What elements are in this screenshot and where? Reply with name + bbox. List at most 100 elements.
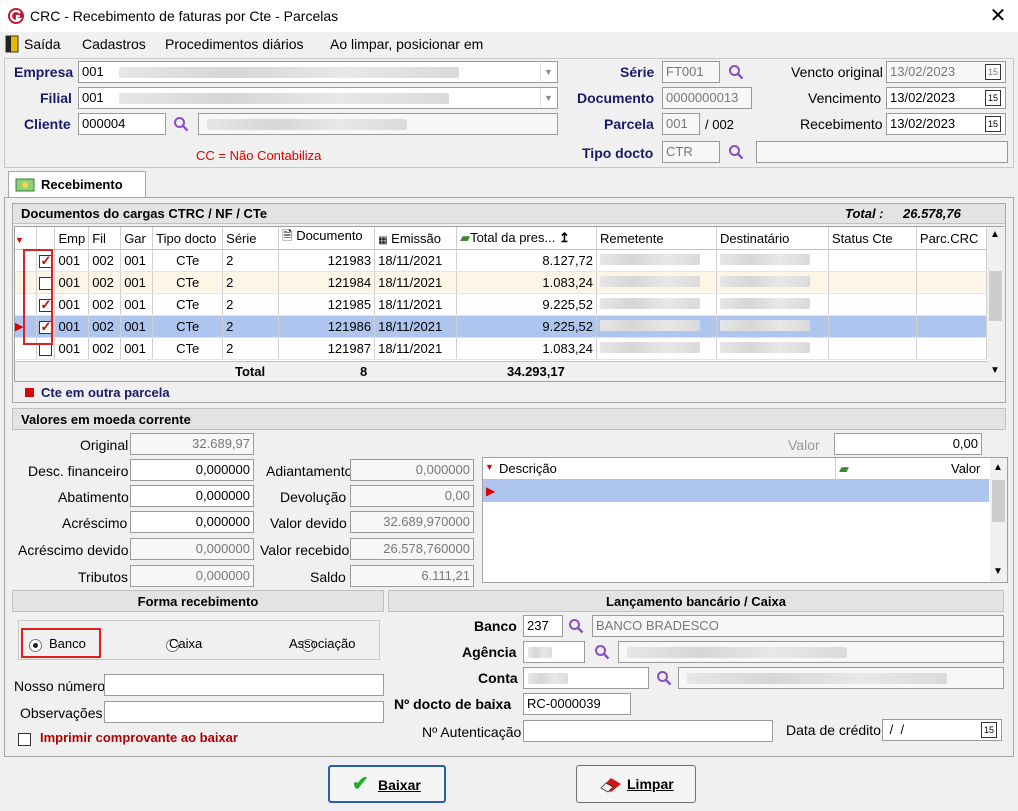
desc-fin-input[interactable]: 0,000000 bbox=[130, 459, 254, 481]
adiantamento-label: Adiantamento bbox=[266, 463, 353, 479]
vencto-original-input[interactable]: 13/02/2023 15 bbox=[886, 61, 1006, 83]
imprimir-label[interactable]: Imprimir comprovante ao baixar bbox=[40, 730, 238, 745]
grid-scrollbar[interactable]: ▲ ▼ bbox=[987, 227, 1004, 381]
nosso-numero-input[interactable] bbox=[104, 674, 384, 696]
data-credito-label: Data de crédito bbox=[786, 722, 881, 738]
agencia-input[interactable] bbox=[523, 641, 585, 663]
col-serie[interactable]: Série bbox=[222, 227, 280, 250]
serie-input[interactable]: FT001 bbox=[662, 61, 720, 83]
tributos-input[interactable]: 0,000000 bbox=[130, 565, 254, 587]
col-destinatario[interactable]: Destinatário bbox=[716, 227, 829, 250]
data-credito-input[interactable]: / / 15 bbox=[882, 719, 1002, 741]
menu-ao-limpar[interactable]: Ao limpar, posicionar em bbox=[330, 36, 483, 52]
vencimento-input[interactable]: 13/02/2023 15 bbox=[886, 87, 1006, 109]
table-row[interactable]: 001 002 001 CTe 2 121987 18/11/2021 1.083,24 bbox=[15, 337, 988, 360]
documents-grid: ▼ Emp Fil Gar Tipo docto Série 🗎 Documen… bbox=[14, 226, 1004, 382]
cell-documento: 121984 bbox=[278, 271, 376, 294]
menu-saida[interactable]: Saída bbox=[24, 36, 61, 52]
table-row[interactable]: 001002001CTe212198518/11/20219.225,52 bbox=[15, 293, 988, 316]
tab-recebimento[interactable]: Recebimento bbox=[8, 171, 146, 198]
radio-banco-label[interactable]: Banco bbox=[49, 636, 86, 651]
search-icon[interactable] bbox=[594, 644, 610, 660]
col-fil[interactable]: Fil bbox=[88, 227, 122, 250]
conta-input[interactable] bbox=[523, 667, 649, 689]
menu-procedimentos[interactable]: Procedimentos diários bbox=[165, 36, 304, 52]
cell-parc bbox=[916, 271, 988, 294]
original-label: Original bbox=[80, 437, 129, 453]
filial-select[interactable]: 001 ▼ bbox=[78, 87, 558, 109]
cell-tipo: CTe bbox=[152, 315, 224, 338]
acrescimo-devido-input[interactable]: 0,000000 bbox=[130, 538, 254, 560]
docto-baixa-input[interactable]: RC-0000039 bbox=[523, 693, 631, 715]
close-icon[interactable]: ✕ bbox=[986, 4, 1010, 28]
col-tipo[interactable]: Tipo docto bbox=[152, 227, 224, 250]
col-valor[interactable]: Valor bbox=[951, 461, 980, 476]
radio-banco[interactable] bbox=[29, 639, 42, 653]
search-icon[interactable] bbox=[568, 618, 584, 634]
forma-radio-group: Banco Caixa Associação bbox=[18, 620, 380, 660]
documents-total-label: Total : bbox=[845, 206, 884, 221]
baixar-button[interactable]: ✔ Baixar bbox=[328, 765, 446, 803]
documents-total-value: 26.578,76 bbox=[903, 206, 961, 221]
cell-tipo: CTe bbox=[152, 271, 224, 294]
observacoes-input[interactable] bbox=[104, 701, 384, 723]
search-icon[interactable] bbox=[656, 670, 672, 686]
search-icon[interactable] bbox=[728, 64, 744, 80]
col-descricao[interactable]: Descrição bbox=[499, 461, 557, 476]
search-icon[interactable] bbox=[173, 116, 189, 132]
cell-emissao: 18/11/2021 bbox=[374, 315, 458, 338]
col-parc[interactable]: Parc.CRC bbox=[916, 227, 988, 250]
cliente-code-input[interactable]: 000004 bbox=[78, 113, 166, 135]
abatimento-input[interactable]: 0,000000 bbox=[130, 485, 254, 507]
col-gar[interactable]: Gar bbox=[120, 227, 154, 250]
valor-input[interactable]: 0,00 bbox=[834, 433, 982, 455]
radio-associacao-label[interactable]: Associação bbox=[289, 636, 355, 651]
documents-table: ▼ Emp Fil Gar Tipo docto Série 🗎 Documen… bbox=[15, 227, 988, 360]
valor-recebido-input[interactable]: 26.578,760000 bbox=[350, 538, 474, 560]
sort-desc-icon: ↥ bbox=[558, 230, 570, 245]
abatimento-label: Abatimento bbox=[58, 489, 129, 505]
banco-code-input[interactable]: 237 bbox=[523, 615, 563, 637]
cell-emp: 001 bbox=[54, 271, 90, 294]
acrescimo-input[interactable]: 0,000000 bbox=[130, 511, 254, 533]
empresa-select[interactable]: 001 ▼ bbox=[78, 61, 558, 83]
conta-label: Conta bbox=[478, 670, 518, 686]
table-row[interactable]: ▶001002001CTe212198618/11/20219.225,52 bbox=[15, 315, 988, 338]
col-emissao[interactable]: ▦ Emissão bbox=[374, 227, 458, 250]
col-remetente[interactable]: Remetente bbox=[596, 227, 717, 250]
menu-cadastros[interactable]: Cadastros bbox=[82, 36, 146, 52]
saldo-input[interactable]: 6.111,21 bbox=[350, 565, 474, 587]
radio-caixa-label[interactable]: Caixa bbox=[169, 636, 202, 651]
descricao-scrollbar[interactable]: ▲ ▼ bbox=[990, 458, 1007, 582]
limpar-button[interactable]: Limpar bbox=[576, 765, 696, 803]
serie-label: Série bbox=[620, 64, 655, 80]
valor-devido-input[interactable]: 32.689,970000 bbox=[350, 511, 474, 533]
col-documento[interactable]: 🗎 Documento bbox=[278, 227, 376, 250]
col-total[interactable]: ▰Total da pres... ↥ bbox=[456, 227, 598, 250]
adiantamento-input[interactable]: 0,000000 bbox=[350, 459, 474, 481]
totals-label: Total bbox=[235, 364, 266, 379]
autenticacao-input[interactable] bbox=[523, 720, 773, 742]
cc-note: CC = Não Contabiliza bbox=[196, 148, 322, 163]
col-status[interactable]: Status Cte bbox=[828, 227, 917, 250]
tipo-docto-input[interactable]: CTR bbox=[662, 141, 720, 163]
original-input[interactable]: 32.689,97 bbox=[130, 433, 254, 455]
parcela-input[interactable]: 001 bbox=[662, 113, 700, 135]
devolucao-input[interactable]: 0,00 bbox=[350, 485, 474, 507]
cell-fil: 002 bbox=[88, 249, 122, 272]
descricao-row[interactable]: ▶ bbox=[483, 480, 989, 502]
cliente-label: Cliente bbox=[24, 116, 71, 132]
cell-remetente bbox=[596, 271, 717, 294]
autenticacao-label: Nº Autenticação bbox=[422, 724, 522, 740]
calendar-icon: 15 bbox=[981, 722, 997, 738]
search-icon[interactable] bbox=[728, 144, 744, 160]
table-row[interactable]: 001002001CTe212198318/11/20218.127,72 bbox=[15, 249, 988, 272]
title-bar: CRC - Recebimento de faturas por Cte - P… bbox=[0, 0, 1018, 32]
desc-fin-label: Desc. financeiro bbox=[28, 463, 129, 479]
imprimir-checkbox[interactable] bbox=[18, 733, 31, 747]
recebimento-input[interactable]: 13/02/2023 15 bbox=[886, 113, 1006, 135]
totals-value: 34.293,17 bbox=[507, 364, 565, 379]
col-emp[interactable]: Emp bbox=[54, 227, 90, 250]
table-row[interactable]: 001 002 001 CTe 2 121984 18/11/2021 1.083,24 bbox=[15, 271, 988, 294]
documento-input[interactable]: 0000000013 bbox=[662, 87, 752, 109]
